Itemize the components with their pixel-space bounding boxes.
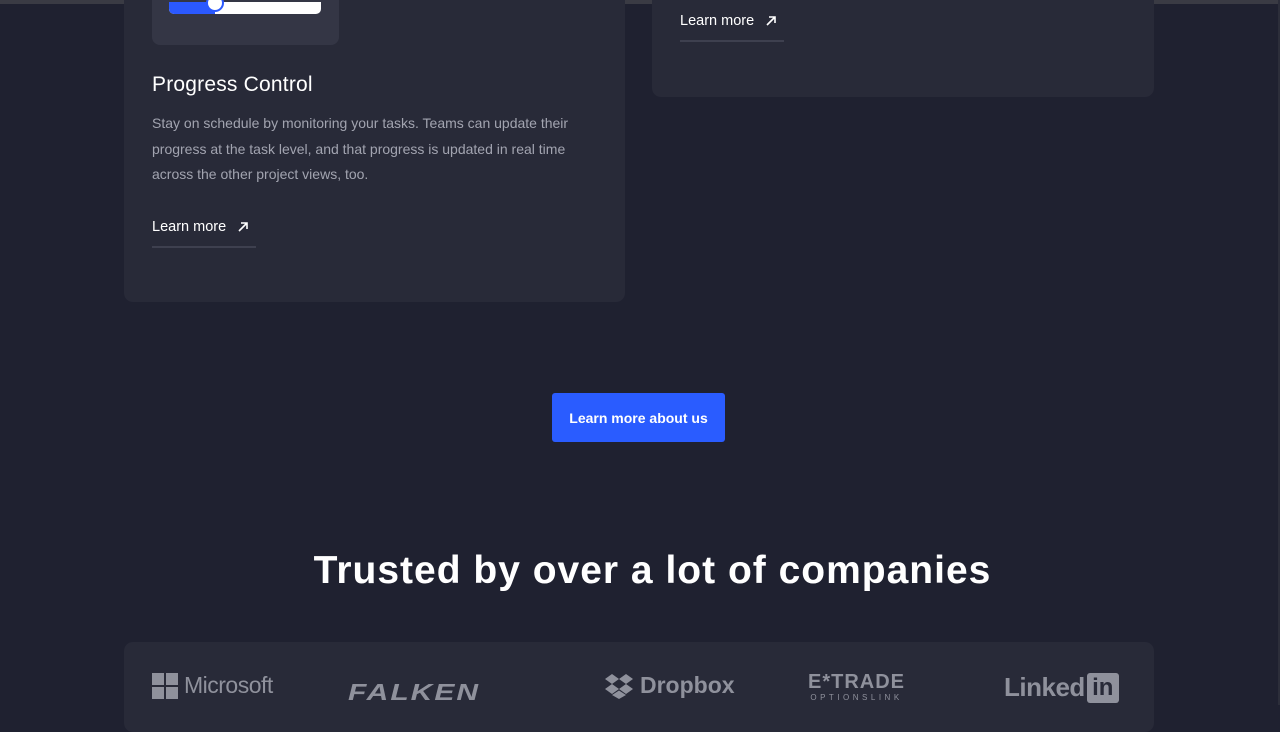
arrow-up-right-icon — [766, 16, 776, 26]
progress-mockup — [152, 0, 339, 45]
arrow-up-right-icon — [238, 222, 248, 232]
etrade-logo-subtext: OPTIONSLINK — [810, 693, 903, 702]
etrade-logo-text: E*TRADE — [808, 671, 906, 693]
learn-more-label: Learn more — [152, 219, 227, 235]
falken-logo-text: FALKEN — [348, 679, 480, 706]
progress-slider[interactable] — [169, 0, 321, 14]
microsoft-logo: Microsoft — [152, 672, 273, 699]
windows-icon — [152, 672, 178, 699]
learn-more-about-us-button[interactable]: Learn more about us — [552, 393, 725, 442]
microsoft-logo-text: Microsoft — [184, 672, 273, 698]
feature-card-right: Learn more — [652, 0, 1154, 97]
feature-card-progress-control: Progress Control Stay on schedule by mon… — [124, 0, 625, 302]
dropbox-logo: Dropbox — [604, 672, 735, 699]
feature-description: Stay on schedule by monitoring your task… — [152, 115, 569, 182]
linkedin-logo-text: Linked — [1004, 672, 1085, 702]
dropbox-icon — [605, 673, 633, 699]
learn-more-link[interactable]: Learn more — [680, 13, 784, 42]
trusted-heading: Trusted by over a lot of companies — [313, 549, 992, 592]
linkedin-in-icon: in — [1086, 672, 1119, 703]
company-logos-strip: Microsoft FALKEN Dropbox E*TRADE OPTIONS… — [124, 642, 1154, 732]
learn-more-label: Learn more — [680, 13, 755, 29]
linkedin-logo: Linked in — [1004, 672, 1119, 703]
progress-slider-knob[interactable] — [206, 0, 224, 12]
learn-more-link[interactable]: Learn more — [152, 219, 256, 248]
dropbox-logo-text: Dropbox — [640, 672, 735, 698]
feature-title: Progress Control — [152, 73, 313, 96]
etrade-logo: E*TRADE OPTIONSLINK — [808, 672, 905, 704]
